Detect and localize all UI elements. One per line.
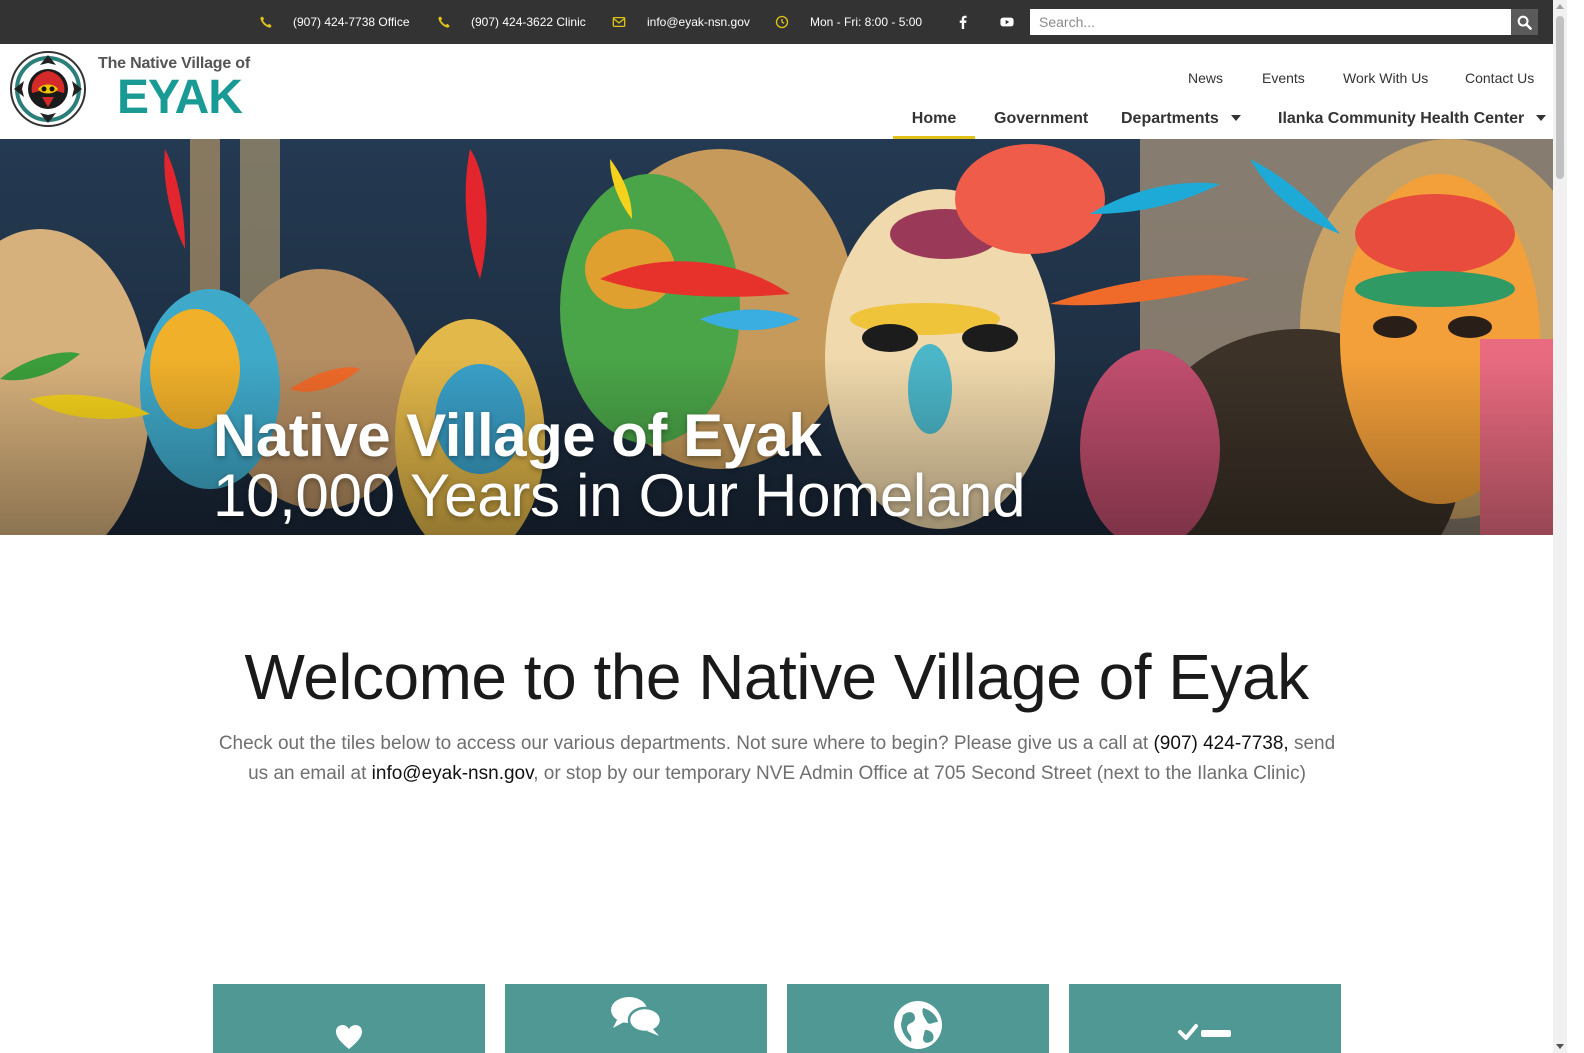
department-tile-4[interactable]: [1069, 984, 1341, 1053]
nav-home[interactable]: Home: [893, 108, 975, 139]
news-link[interactable]: News: [1188, 70, 1223, 86]
nav-ilanka-label: Ilanka Community Health Center: [1278, 110, 1525, 127]
caret-down-icon: [1536, 114, 1547, 121]
email-link[interactable]: info@eyak-nsn.gov: [611, 0, 750, 44]
site-header: The Native Village of EYAK News Events W…: [0, 44, 1553, 139]
department-tile-1[interactable]: [213, 984, 485, 1053]
logo-wordmark[interactable]: EYAK: [117, 74, 243, 122]
nav-government-label: Government: [994, 110, 1089, 127]
phone-icon: [436, 14, 452, 30]
clock-icon: [774, 14, 790, 30]
page-scrollbar[interactable]: [1553, 0, 1567, 1053]
scroll-thumb[interactable]: [1556, 16, 1564, 179]
nav-departments-label: Departments: [1121, 110, 1219, 127]
search-input[interactable]: [1030, 9, 1511, 35]
search-icon: [1517, 15, 1532, 30]
logo-emblem[interactable]: [8, 49, 88, 129]
caret-down-icon: [1230, 114, 1241, 121]
work-with-us-link[interactable]: Work With Us: [1343, 70, 1428, 86]
department-tile-2[interactable]: [505, 984, 767, 1053]
top-bar: (907) 424-7738 Office (907) 424-3622 Cli…: [0, 0, 1553, 44]
welcome-title: Welcome to the Native Village of Eyak: [244, 641, 1309, 713]
youtube-icon[interactable]: [997, 12, 1017, 32]
phone-icon: [258, 14, 274, 30]
welcome-text-part3: , or stop by our temporary NVE Admin Off…: [533, 763, 1306, 784]
nav-home-label: Home: [911, 110, 957, 127]
contact-us-link[interactable]: Contact Us: [1465, 70, 1534, 86]
events-link[interactable]: Events: [1262, 70, 1305, 86]
welcome-text: Check out the tiles below to access our …: [213, 729, 1341, 789]
scroll-up-arrow[interactable]: [1556, 4, 1564, 9]
hero-banner: Native Village of Eyak 10,000 Years in O…: [0, 139, 1553, 535]
scroll-down-arrow[interactable]: [1556, 1044, 1564, 1049]
department-tile-3[interactable]: [787, 984, 1049, 1053]
welcome-text-part1: Check out the tiles below to access our …: [218, 733, 1154, 754]
search-form: [1030, 9, 1538, 35]
phone-link[interactable]: (907) 424-7738,: [1153, 733, 1288, 754]
email-link-body[interactable]: info@eyak-nsn.gov: [372, 763, 534, 784]
hours-text: Mon - Fri: 8:00 - 5:00: [810, 15, 923, 29]
clinic-phone[interactable]: (907) 424-3622 Clinic: [436, 0, 586, 44]
comments-icon: [611, 997, 663, 1036]
nav-departments[interactable]: Departments: [1121, 108, 1241, 139]
search-button[interactable]: [1511, 9, 1538, 35]
nav-ilanka[interactable]: Ilanka Community Health Center: [1278, 108, 1547, 139]
office-phone[interactable]: (907) 424-7738 Office: [258, 0, 410, 44]
tasks-icon: [1178, 1024, 1231, 1040]
heart-icon: [336, 1025, 362, 1049]
nav-government[interactable]: Government: [994, 108, 1088, 139]
clinic-phone-text: (907) 424-3622 Clinic: [471, 15, 586, 29]
hero-title: Native Village of Eyak: [213, 402, 822, 469]
email-text: info@eyak-nsn.gov: [647, 15, 750, 29]
envelope-icon: [611, 14, 627, 30]
office-hours: Mon - Fri: 8:00 - 5:00: [774, 0, 922, 44]
hero-subtitle: 10,000 Years in Our Homeland: [213, 462, 1026, 529]
globe-icon: [894, 1001, 942, 1049]
office-phone-text: (907) 424-7738 Office: [293, 15, 410, 29]
facebook-icon[interactable]: [953, 12, 973, 32]
